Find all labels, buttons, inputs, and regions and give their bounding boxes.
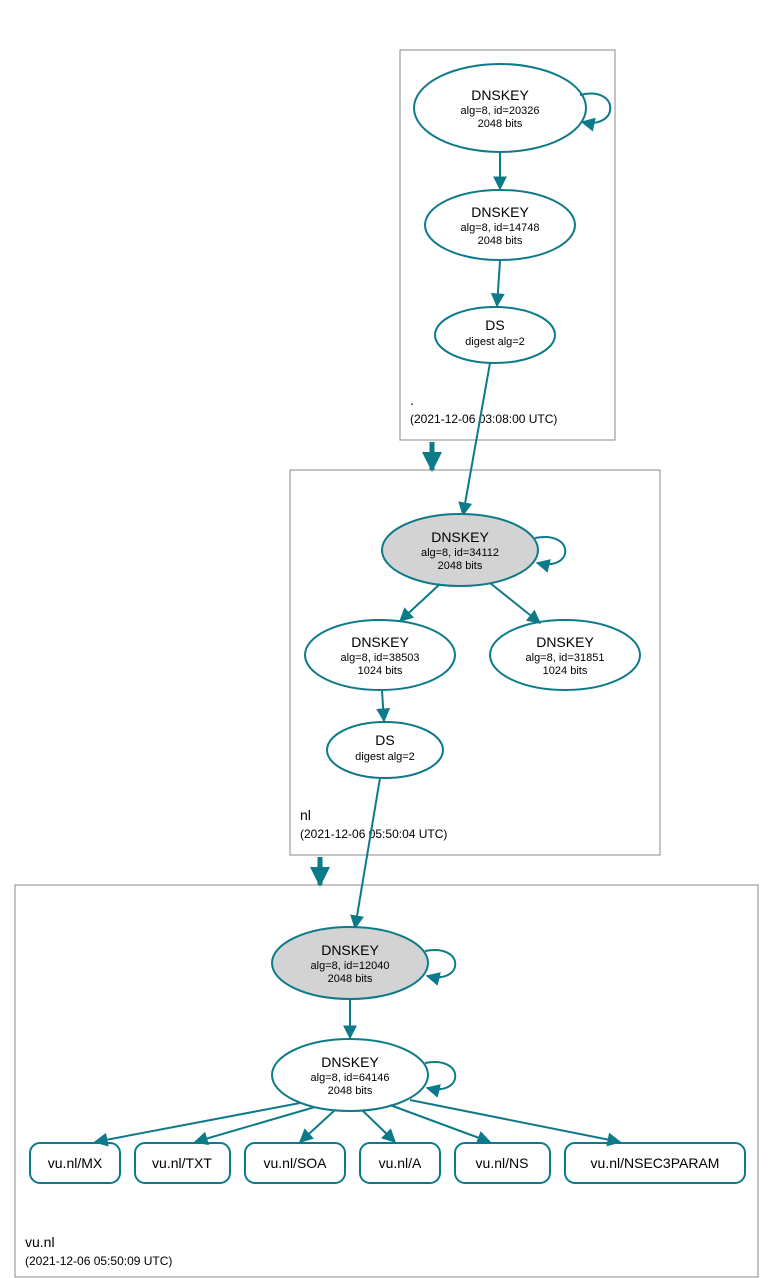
node-title: DNSKEY: [351, 634, 409, 650]
node-nl-ds: DS digest alg=2: [327, 722, 443, 778]
rrset-txt: vu.nl/TXT: [135, 1143, 230, 1183]
node-title: DNSKEY: [471, 87, 529, 103]
node-title: DNSKEY: [431, 529, 489, 545]
rrset-ns: vu.nl/NS: [455, 1143, 550, 1183]
rrset-soa: vu.nl/SOA: [245, 1143, 345, 1183]
rrset-mx: vu.nl/MX: [30, 1143, 120, 1183]
node-detail: 1024 bits: [543, 665, 588, 677]
node-nl-zsk2: DNSKEY alg=8, id=31851 1024 bits: [490, 620, 640, 690]
node-detail: 1024 bits: [358, 665, 403, 677]
rrset-nsec3param: vu.nl/NSEC3PARAM: [565, 1143, 745, 1183]
node-root-ds: DS digest alg=2: [435, 307, 555, 363]
node-detail: alg=8, id=20326: [461, 105, 540, 117]
edge-nl-ksk-zsk1: [400, 584, 440, 621]
node-detail: 2048 bits: [478, 235, 523, 247]
edge-zsk-a: [362, 1110, 395, 1142]
zone-timestamp-root: (2021-12-06 03:08:00 UTC): [410, 412, 557, 426]
node-detail: 2048 bits: [478, 118, 523, 130]
edge-zsk-mx: [95, 1103, 300, 1142]
node-title: DNSKEY: [321, 1054, 379, 1070]
node-detail: alg=8, id=64146: [311, 1072, 390, 1084]
edge-self-vu-ksk: [425, 950, 455, 977]
node-detail: alg=8, id=31851: [526, 652, 605, 664]
rrset-a: vu.nl/A: [360, 1143, 440, 1183]
node-root-zsk: DNSKEY alg=8, id=14748 2048 bits: [425, 190, 575, 260]
rrset-label: vu.nl/SOA: [263, 1155, 327, 1171]
node-title: DNSKEY: [321, 942, 379, 958]
node-detail: digest alg=2: [355, 751, 415, 763]
edge-nl-ds-vu-ksk: [355, 778, 380, 928]
edge-zsk-soa: [300, 1110, 335, 1142]
zone-label-vu: vu.nl: [25, 1234, 55, 1250]
node-nl-zsk1: DNSKEY alg=8, id=38503 1024 bits: [305, 620, 455, 690]
node-detail: 2048 bits: [328, 1085, 373, 1097]
zone-timestamp-vu: (2021-12-06 05:50:09 UTC): [25, 1254, 172, 1268]
zone-label-nl: nl: [300, 807, 311, 823]
edge-root-zsk-ds: [497, 261, 500, 306]
node-title: DNSKEY: [471, 204, 529, 220]
node-detail: alg=8, id=38503: [341, 652, 420, 664]
edge-nl-ksk-zsk2: [490, 583, 540, 623]
rrset-label: vu.nl/TXT: [152, 1155, 212, 1171]
node-vu-ksk: DNSKEY alg=8, id=12040 2048 bits: [272, 927, 428, 999]
node-detail: 2048 bits: [438, 560, 483, 572]
node-detail: 2048 bits: [328, 973, 373, 985]
node-detail: alg=8, id=12040: [311, 960, 390, 972]
edge-zsk-n3p: [410, 1100, 620, 1142]
rrset-label: vu.nl/NSEC3PARAM: [591, 1155, 720, 1171]
node-title: DS: [375, 732, 394, 748]
dnssec-chain-diagram: . (2021-12-06 03:08:00 UTC) DNSKEY alg=8…: [0, 0, 773, 1278]
edge-self-vu-zsk: [425, 1062, 455, 1089]
rrset-label: vu.nl/A: [379, 1155, 422, 1171]
node-detail: digest alg=2: [465, 336, 525, 348]
rrset-label: vu.nl/NS: [476, 1155, 529, 1171]
node-root-ksk: DNSKEY alg=8, id=20326 2048 bits: [414, 64, 586, 152]
edge-self-nl-ksk: [535, 537, 565, 564]
node-nl-ksk: DNSKEY alg=8, id=34112 2048 bits: [382, 514, 538, 586]
node-detail: alg=8, id=34112: [421, 547, 499, 559]
rrset-label: vu.nl/MX: [48, 1155, 103, 1171]
zone-label-root: .: [410, 392, 414, 408]
zone-timestamp-nl: (2021-12-06 05:50:04 UTC): [300, 827, 447, 841]
node-title: DS: [485, 317, 504, 333]
node-title: DNSKEY: [536, 634, 594, 650]
node-vu-zsk: DNSKEY alg=8, id=64146 2048 bits: [272, 1039, 428, 1111]
edge-root-ds-nl-ksk: [463, 363, 490, 515]
edge-nl-zsk1-ds: [382, 691, 384, 721]
edge-zsk-ns: [390, 1105, 490, 1142]
node-detail: alg=8, id=14748: [461, 222, 540, 234]
